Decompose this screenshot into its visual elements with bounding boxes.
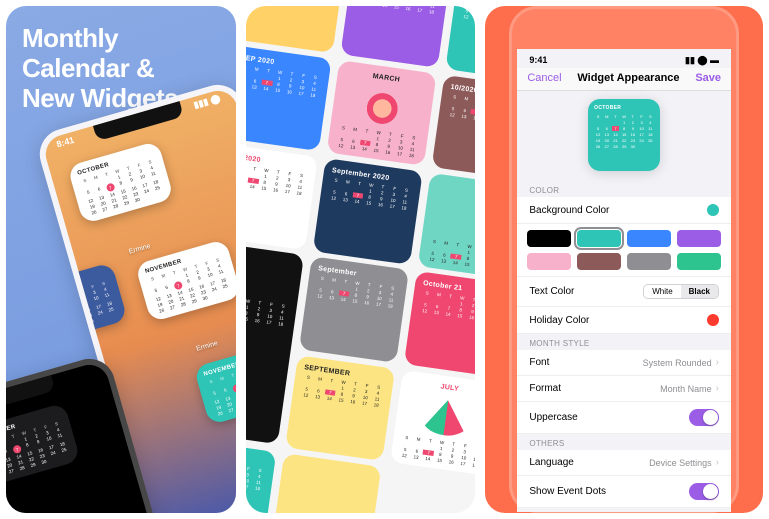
tile-month: SEP 2020 — [246, 447, 267, 465]
swatch-row-1 — [527, 230, 721, 247]
row-format[interactable]: Format Month Name › — [517, 376, 731, 402]
tile-grid: SMTWTFS123456789101112131415161718 — [446, 94, 475, 128]
tile-grid: SMTWTFS123456789101112131415161718 — [398, 434, 475, 468]
promo-panel-3: 9:41 ▮▮ ⬤ ▬ Cancel Widget Appearance Sav… — [485, 6, 763, 513]
status-bar: 9:41 ▮▮ ⬤ ▬ — [517, 49, 731, 68]
tile-grid: SMTWTFS123456789101112131415161718 — [355, 6, 439, 15]
calendar-widget-dark[interactable]: OCTOBER SMTWTFS1234567891011121314151617… — [6, 403, 81, 487]
row-text-color: Text Color White Black — [517, 277, 731, 307]
tile-grid: SMTWTFS123456789101112131415161718 — [460, 6, 475, 30]
tile-month: JULY — [408, 379, 475, 397]
swatch-black[interactable] — [527, 230, 571, 247]
device-outline: 9:41 ▮▮ ⬤ ▬ Cancel Widget Appearance Sav… — [509, 6, 739, 513]
widget-tile[interactable]: 10/2020 SMTWTFS1234567891011121314151617… — [431, 75, 475, 181]
preview-grid: SMTWTFS123456789101112131415161718192021… — [594, 114, 654, 149]
settings-screen: 9:41 ▮▮ ⬤ ▬ Cancel Widget Appearance Sav… — [517, 49, 731, 512]
sun-illustration-icon — [355, 87, 408, 129]
widget-tile[interactable]: SEP 2020 SMTWTFS123456789101112131415161… — [445, 6, 476, 83]
color-swatch-picker — [517, 224, 731, 277]
row-uppercase: Uppercase — [517, 402, 731, 434]
cancel-button[interactable]: Cancel — [527, 72, 561, 84]
swatch-green[interactable] — [677, 253, 721, 270]
widget-preview: OCTOBER SMTWTFS1234567891011121314151617… — [588, 99, 660, 171]
widget-tile[interactable]: SEP 2020 SMTWTFS123456789101112131415161… — [246, 438, 276, 513]
widget-tile-grid: October, 21 SMTWTFS123456789101112131415… — [246, 6, 476, 513]
widget-tile[interactable]: SEP 2020 SMTWTFS123456789101112131415161… — [246, 45, 331, 151]
nav-title: Widget Appearance — [577, 72, 679, 84]
widget-tile-illustration[interactable]: SMTWTFS123456789101112131415161718 — [417, 173, 475, 279]
row-background-color[interactable]: Background Color — [517, 197, 731, 224]
bg-color-value-dot — [707, 204, 719, 216]
widget-tile[interactable]: SEPTEMBER SMTWTFS12345678910111213141516… — [285, 355, 395, 461]
widget-tile[interactable]: September SMTWTFS12345678910111213141516… — [299, 257, 409, 363]
chevron-right-icon: › — [716, 457, 719, 468]
nav-bar: Cancel Widget Appearance Save — [517, 68, 731, 91]
section-header-month-style: MONTH STYLE — [517, 334, 731, 350]
row-label: Language — [529, 457, 574, 468]
tile-month: MARCH — [345, 69, 427, 87]
text-color-segmented: White Black — [643, 284, 719, 299]
tile-grid: SMTWTFS123456789101112131415161718 — [419, 290, 476, 324]
status-icons: ▮▮ ⬤ ▬ — [685, 55, 719, 66]
widget-tile-illustration[interactable]: JULY SMTWTFS123456789101112131415161718 — [390, 370, 476, 476]
swatch-maroon[interactable] — [577, 253, 621, 270]
widget-tile[interactable]: SEP 2020 SMTWTFS123456789101112131415161… — [246, 144, 318, 250]
row-font[interactable]: Font System Rounded › — [517, 350, 731, 376]
row-show-event-dots: Show Event Dots — [517, 476, 731, 508]
text-color-white[interactable]: White — [644, 285, 680, 298]
swatch-purple[interactable] — [677, 230, 721, 247]
tile-grid: SMTWTFS123456789101112131415161718 — [335, 125, 419, 159]
swatch-gray[interactable] — [627, 253, 671, 270]
headline: Monthly Calendar & New Widgets — [22, 24, 178, 114]
row-label: Holiday Color — [529, 315, 589, 326]
row-value: Month Name — [660, 384, 712, 394]
swatch-pink[interactable] — [527, 253, 571, 270]
row-label: Text Color — [529, 286, 574, 297]
preview-month: OCTOBER — [594, 105, 654, 111]
row-label: Background Color — [529, 205, 609, 216]
swatch-blue[interactable] — [627, 230, 671, 247]
row-value: System Rounded — [643, 358, 712, 368]
widget-tile-illustration[interactable]: MARCH SMTWTFS123456789101112131415161718 — [326, 60, 436, 166]
status-time: 9:41 — [529, 55, 547, 66]
row-holiday-color[interactable]: Holiday Color — [517, 307, 731, 334]
promo-panel-2: October, 21 SMTWTFS123456789101112131415… — [246, 6, 476, 513]
event-dots-toggle[interactable] — [689, 483, 719, 500]
row-label: Uppercase — [529, 412, 577, 423]
phone-stage: 8:41 ▮▮▮ ⬤ OCTOBER SMTWTFS12345678910111… — [6, 120, 236, 513]
swatch-row-2 — [527, 253, 721, 270]
swatch-teal[interactable] — [577, 230, 621, 247]
section-header-others: OTHERS — [517, 434, 731, 450]
chevron-right-icon: › — [716, 383, 719, 394]
row-value: Device Settings — [649, 458, 712, 468]
tile-grid: SMTWTFS123456789101112131415161718 — [426, 238, 475, 272]
headline-line-2: Calendar & — [22, 54, 178, 84]
widget-tile[interactable]: 10/2020 SMTWTFS1234567891011121314151617… — [340, 6, 450, 68]
widget-tile[interactable]: October 21 SMTWTFS1234567891011121314151… — [403, 271, 475, 377]
holiday-color-value-dot — [707, 314, 719, 326]
widget-tile[interactable]: September 2020 SMTWTFS123456789101112131… — [312, 158, 422, 264]
headline-line-1: Monthly — [22, 24, 178, 54]
chevron-right-icon: › — [716, 357, 719, 368]
tile-grid: SMTWTFS123456789101112131415161718 — [246, 294, 289, 328]
save-button[interactable]: Save — [695, 72, 721, 84]
uppercase-toggle[interactable] — [689, 409, 719, 426]
widget-preview-area: OCTOBER SMTWTFS1234567891011121314151617… — [517, 91, 731, 181]
row-language[interactable]: Language Device Settings › — [517, 450, 731, 476]
section-header-color: COLOR — [517, 181, 731, 197]
widget-tile-illustration[interactable] — [271, 453, 381, 513]
watermelon-illustration-icon — [419, 397, 472, 439]
widget-tile[interactable]: October, 21 SMTWTFS123456789101112131415… — [246, 6, 345, 53]
promo-panel-1: Monthly Calendar & New Widgets 8:41 ▮▮▮ … — [6, 6, 236, 513]
text-color-black[interactable]: Black — [681, 285, 718, 298]
row-label: Font — [529, 357, 549, 368]
row-label: Show Event Dots — [529, 486, 606, 497]
row-label: Format — [529, 383, 561, 394]
